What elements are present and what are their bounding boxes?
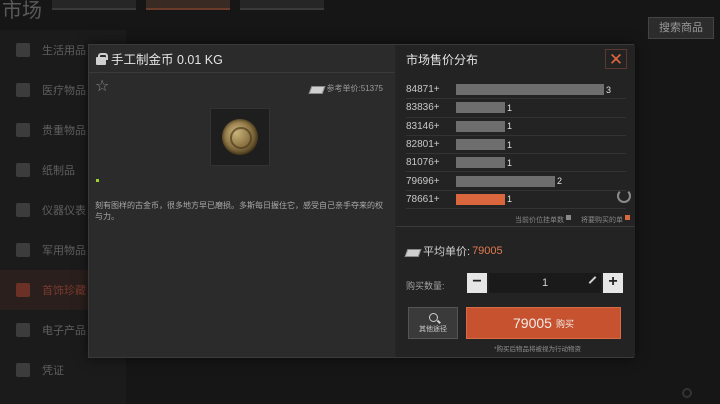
category-icon [16,243,30,257]
item-detail-panel: 手工制金币 0.01 KG ☆ 参考单价:51375 刻有图样的古金币，很多地方… [89,45,395,357]
quantity-stepper: − 1 + [467,273,623,293]
close-button[interactable]: ✕ [605,49,627,69]
avg-value: 79005 [472,245,503,257]
indicator-icon [682,388,692,398]
gold-coin-image [222,119,258,155]
count-bar [456,102,505,114]
page-title: 市场 [2,0,42,22]
refresh-icon[interactable] [617,189,631,203]
count-bar [456,157,505,169]
count-bar [456,84,604,96]
price-tier: 83836+ [406,102,440,114]
tab-3[interactable] [240,0,324,10]
category-icon [16,323,30,337]
bag-icon [95,52,108,65]
category-icon [16,203,30,217]
item-description: 刻有图样的古金币，很多地方早已磨损。多斯每日握住它，感受自己亲手夺来的权与力。 [95,201,383,221]
legend-current-label: 当前价位挂单数 [515,217,564,224]
buy-label: 购买 [555,318,574,329]
item-image-frame [210,108,270,166]
price-distribution: 84871+ 3 83836+ 1 83146+ 1 82801+ 1 81076+ 1 79696… [406,81,626,210]
category-icon [16,163,30,177]
favorite-star-icon[interactable]: ☆ [95,79,109,95]
avg-label: 平均单价: [423,246,471,258]
order-count: 1 [507,157,513,168]
order-count: 1 [507,102,513,113]
legend-gray-swatch [566,215,571,220]
price-row: 83146+ 1 [406,118,626,136]
price-row: 81076+ 1 [406,154,626,173]
order-count: 1 [507,194,513,205]
price-tier: 78661+ [406,193,440,205]
quantity-input[interactable]: 1 [489,273,601,293]
average-price: 平均单价: 79005 [406,243,503,259]
legend-cheapest-label: 将要购买的单 [581,217,623,224]
price-row: 84871+ 3 [406,81,626,100]
reference-price: 参考单价:51375 [310,83,383,94]
sidebar-item-label: 医疗物品 [42,85,86,97]
category-icon [16,83,30,97]
sidebar-item-label: 贵重物品 [42,125,86,137]
market-title: 市场售价分布 [406,52,479,67]
tab-2[interactable] [146,0,230,10]
buy-button[interactable]: 79005 购买 [466,307,621,339]
price-row: 79696+ 2 [406,172,626,191]
money-icon [310,84,324,93]
sidebar-item-label: 生活用品 [42,45,86,57]
order-count: 3 [606,84,612,95]
category-icon [16,363,30,377]
price-tier: 84871+ [406,84,440,96]
item-purchase-dialog: 手工制金币 0.01 KG ☆ 参考单价:51375 刻有图样的古金币，很多地方… [88,44,635,358]
price-tier: 81076+ [406,157,440,169]
sidebar-item-label: 电子产品 [42,325,86,337]
price-tier: 79696+ [406,175,440,187]
buy-note: *购买后物品将被视为行动物资 [494,346,582,353]
item-header: 手工制金币 0.01 KG [89,45,395,73]
other-channel-label: 其他途径 [419,325,447,333]
quantity-label: 购买数量: [406,281,445,291]
sidebar-item-label: 仪器仪表 [42,205,86,217]
price-row: 83836+ 1 [406,99,626,118]
price-tier: 82801+ [406,139,440,151]
item-name: 手工制金币 0.01 KG [111,53,223,67]
price-row: 82801+ 1 [406,136,626,155]
count-bar [456,139,505,151]
buy-price: 79005 [513,315,552,331]
tab-1[interactable] [52,0,136,10]
order-count: 1 [507,139,513,150]
divider [396,226,635,227]
sidebar-item-label: 纸制品 [42,165,75,177]
count-bar [456,120,505,132]
order-count: 1 [507,121,513,132]
reference-price-label: 参考单价:51375 [326,84,383,93]
search-icon [428,312,438,322]
legend-orange-swatch [625,215,630,220]
other-channel-button[interactable]: 其他途径 [408,307,458,339]
sidebar-item-label: 首饰珍藏 [42,285,86,297]
legend: 当前价位挂单数 将要购买的单 [406,215,630,225]
price-row: 78661+ 1 [406,191,626,210]
count-bar [456,175,555,187]
count-bar [456,193,505,205]
decrease-button[interactable]: − [467,273,487,293]
category-icon [16,43,30,57]
edit-pencil-icon [588,276,597,284]
quality-dot [96,179,99,182]
money-icon [406,247,420,256]
category-icon [16,123,30,137]
quantity-value: 1 [541,277,549,289]
category-tabs [52,0,334,10]
sidebar-item-label: 军用物品 [42,245,86,257]
order-count: 2 [557,176,563,187]
search-items-button[interactable]: 搜索商品 [648,17,714,39]
price-tier: 83146+ [406,120,440,132]
increase-button[interactable]: + [603,273,623,293]
market-panel: 市场售价分布 ✕ 84871+ 3 83836+ 1 83146+ 1 82801+ 1 810… [396,45,635,357]
category-icon [16,283,30,297]
sidebar-item-label: 凭证 [42,365,64,377]
